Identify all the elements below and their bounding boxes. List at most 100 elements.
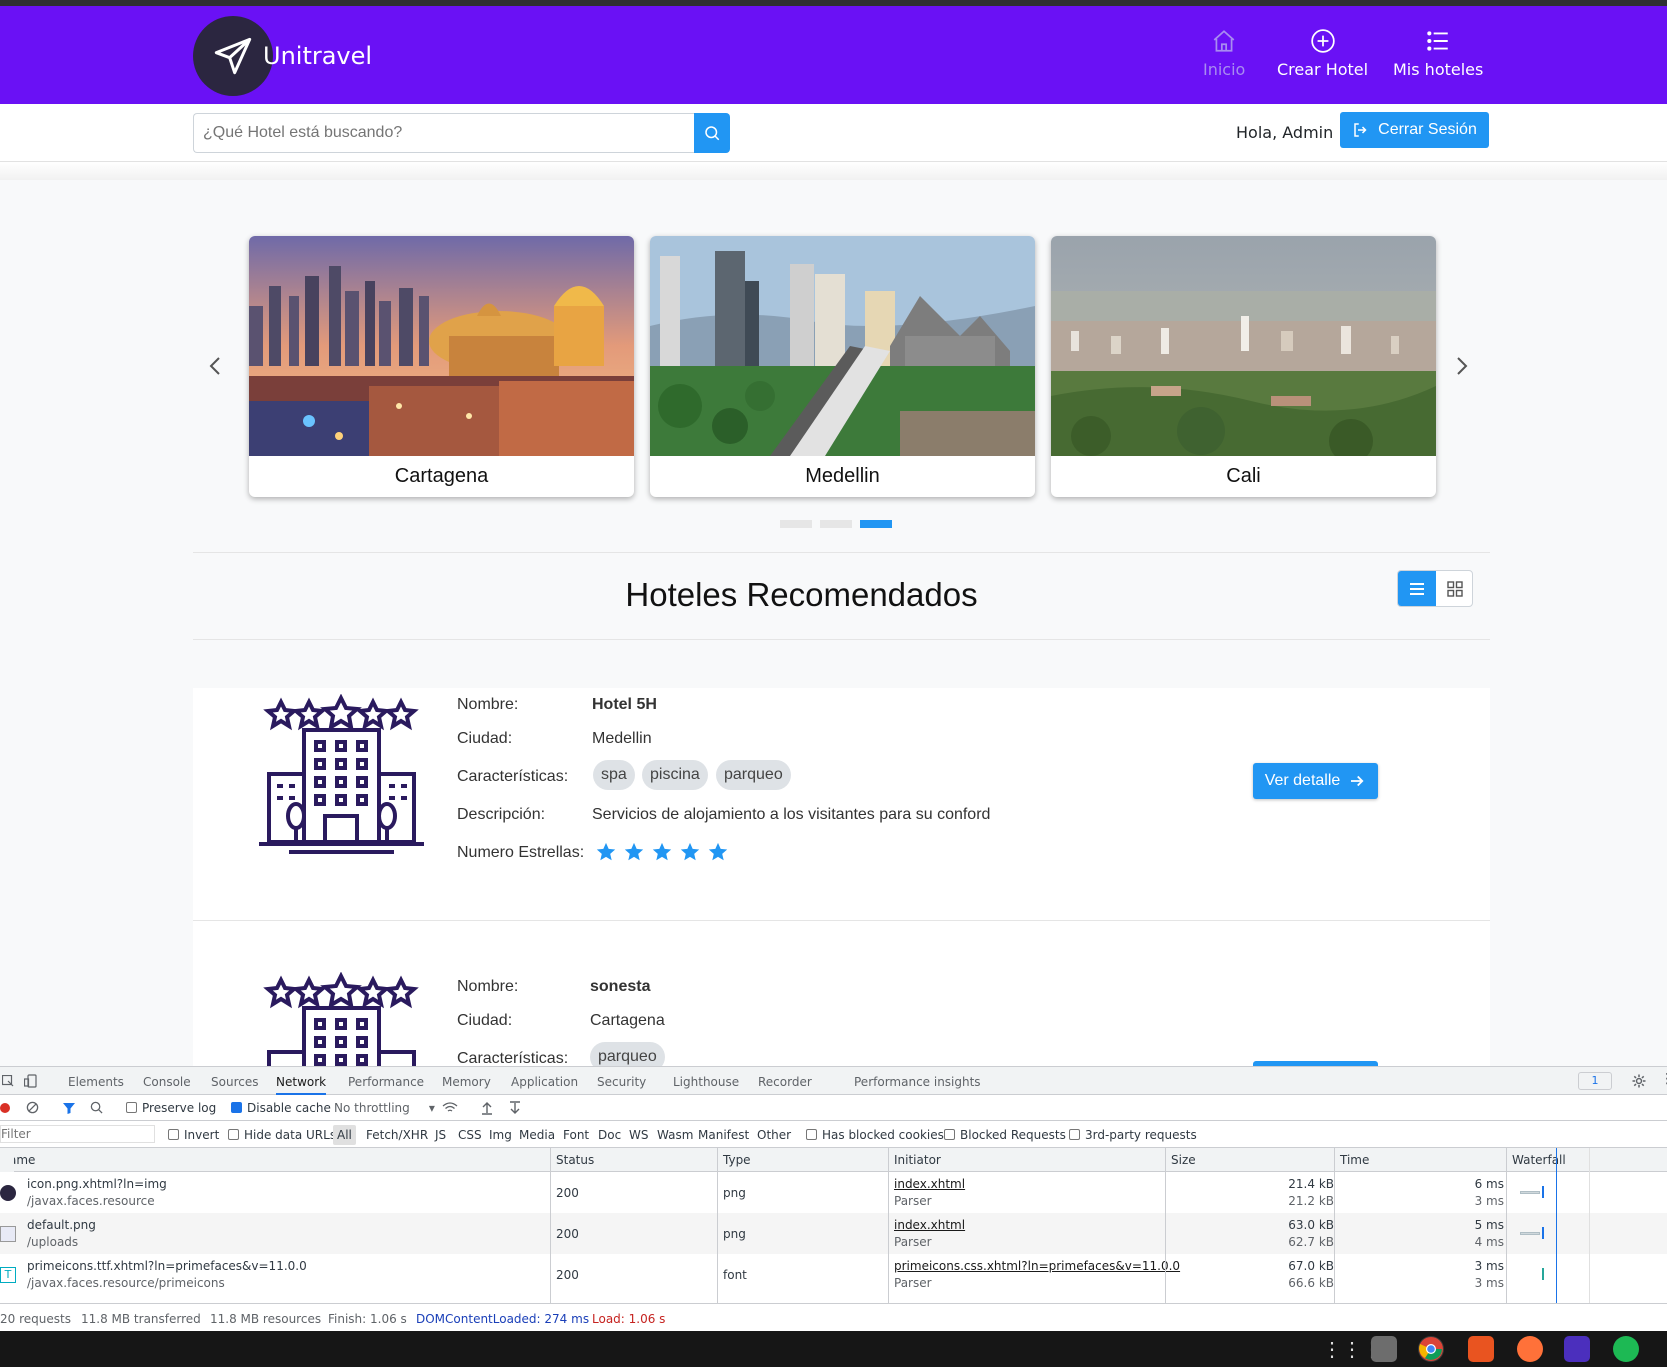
search-button[interactable] xyxy=(694,113,730,153)
invert-checkbox[interactable]: Invert xyxy=(168,1128,219,1142)
type-filter-all[interactable]: All xyxy=(333,1125,356,1145)
tab-sources[interactable]: Sources xyxy=(211,1075,258,1089)
city-card-cali[interactable]: Cali xyxy=(1051,236,1436,497)
tab-network[interactable]: Network xyxy=(276,1075,327,1095)
column-divider xyxy=(717,1148,718,1303)
tab-recorder[interactable]: Recorder xyxy=(758,1075,812,1089)
type-filter-font[interactable]: Font xyxy=(563,1128,589,1142)
intellij-icon[interactable] xyxy=(1564,1336,1590,1362)
settings-gear-icon[interactable] xyxy=(1632,1074,1646,1088)
home-icon xyxy=(1213,30,1235,52)
import-har-icon[interactable] xyxy=(481,1101,493,1115)
logo[interactable] xyxy=(193,16,273,96)
has-blocked-cookies-checkbox[interactable]: Has blocked cookies xyxy=(806,1128,944,1142)
col-waterfall[interactable]: Waterfall xyxy=(1512,1153,1566,1167)
hide-data-urls-label: Hide data URLs xyxy=(244,1128,337,1142)
tab-elements[interactable]: Elements xyxy=(68,1075,124,1089)
tab-lighthouse[interactable]: Lighthouse xyxy=(673,1075,739,1089)
export-har-icon[interactable] xyxy=(509,1101,521,1115)
firefox-icon[interactable] xyxy=(1517,1336,1543,1362)
city-card-cartagena[interactable]: Cartagena xyxy=(249,236,634,497)
filter-icon[interactable] xyxy=(62,1101,76,1115)
request-type: font xyxy=(723,1268,747,1282)
type-filter-manifest[interactable]: Manifest xyxy=(698,1128,749,1142)
city-image xyxy=(249,236,634,456)
city-card-medellin[interactable]: Medellin xyxy=(650,236,1035,497)
carousel-dot-3[interactable] xyxy=(860,520,892,528)
type-filter-js[interactable]: JS xyxy=(435,1128,446,1142)
request-latency: 3 ms xyxy=(1474,1276,1504,1290)
type-filter-img[interactable]: Img xyxy=(489,1128,512,1142)
network-conditions-icon[interactable] xyxy=(442,1101,458,1115)
tab-performance[interactable]: Performance xyxy=(348,1075,424,1089)
list-view-button[interactable] xyxy=(1398,571,1436,606)
request-initiator[interactable]: index.xhtml xyxy=(894,1218,965,1232)
more-options-icon[interactable]: ⋮ xyxy=(1660,1071,1667,1087)
col-time[interactable]: Time xyxy=(1340,1153,1369,1167)
issues-badge[interactable]: 1 xyxy=(1578,1072,1612,1090)
hide-data-urls-checkbox[interactable]: Hide data URLs xyxy=(228,1128,336,1142)
nav-item-inicio[interactable]: Inicio xyxy=(1203,28,1245,79)
tab-security[interactable]: Security xyxy=(597,1075,646,1089)
city-image xyxy=(650,236,1035,456)
label-ciudad: Ciudad: xyxy=(457,730,513,747)
ver-detalle-button[interactable]: Ver detalle xyxy=(1253,763,1378,799)
tab-performance-insights[interactable]: Performance insights xyxy=(854,1075,981,1089)
col-initiator[interactable]: Initiator xyxy=(894,1153,941,1167)
nav-item-label: Inicio xyxy=(1203,60,1246,79)
type-filter-fetch[interactable]: Fetch/XHR xyxy=(366,1128,428,1142)
search-input[interactable] xyxy=(193,113,694,153)
brand-name[interactable]: Unitravel xyxy=(263,42,372,70)
nav-item-mis-hoteles[interactable]: Mis hoteles xyxy=(1393,28,1483,79)
request-name: primeicons.ttf.xhtml?ln=primefaces&v=11.… xyxy=(27,1259,307,1273)
chevron-left-icon[interactable] xyxy=(206,354,226,378)
hotel-building-icon xyxy=(259,694,424,854)
clear-icon[interactable] xyxy=(26,1101,39,1114)
blocked-requests-checkbox[interactable]: Blocked Requests xyxy=(944,1128,1066,1142)
tab-memory[interactable]: Memory xyxy=(442,1075,491,1089)
filter-bar: Invert Hide data URLs All Fetch/XHR JS C… xyxy=(0,1121,1667,1148)
filter-input[interactable] xyxy=(0,1125,155,1143)
request-initiator[interactable]: primeicons.css.xhtml?ln=primefaces&v=11.… xyxy=(894,1259,1180,1273)
carousel-dot-2[interactable] xyxy=(820,520,852,528)
col-type[interactable]: Type xyxy=(723,1153,751,1167)
nav-item-crear-hotel[interactable]: Crear Hotel xyxy=(1277,28,1368,79)
logout-button[interactable]: Cerrar Sesión xyxy=(1340,112,1489,148)
col-size[interactable]: Size xyxy=(1171,1153,1196,1167)
table-row[interactable]: T primeicons.ttf.xhtml?ln=primefaces&v=1… xyxy=(0,1254,1667,1295)
search-icon[interactable] xyxy=(90,1101,103,1114)
table-row[interactable]: icon.png.xhtml?ln=img /javax.faces.resou… xyxy=(0,1172,1667,1213)
type-filter-other[interactable]: Other xyxy=(757,1128,791,1142)
chrome-icon[interactable] xyxy=(1418,1336,1444,1362)
carousel-dot-1[interactable] xyxy=(780,520,812,528)
type-filter-media[interactable]: Media xyxy=(519,1128,555,1142)
star-icon xyxy=(680,842,700,861)
star-icon xyxy=(652,842,672,861)
spotify-icon[interactable] xyxy=(1613,1336,1639,1362)
disable-cache-checkbox[interactable]: Disable cache xyxy=(231,1101,331,1115)
preserve-log-checkbox[interactable]: Preserve log xyxy=(126,1101,216,1115)
type-filter-doc[interactable]: Doc xyxy=(598,1128,621,1142)
files-icon[interactable] xyxy=(1371,1336,1397,1362)
divider xyxy=(193,552,1490,553)
detail-button-label: Ver detalle xyxy=(1264,772,1341,789)
grid-view-button[interactable] xyxy=(1436,571,1472,606)
request-initiator[interactable]: index.xhtml xyxy=(894,1177,965,1191)
chevron-right-icon[interactable] xyxy=(1451,354,1471,378)
col-status[interactable]: Status xyxy=(556,1153,594,1167)
type-filter-wasm[interactable]: Wasm xyxy=(657,1128,693,1142)
tab-console[interactable]: Console xyxy=(143,1075,191,1089)
third-party-checkbox[interactable]: 3rd-party requests xyxy=(1069,1128,1197,1142)
type-filter-css[interactable]: CSS xyxy=(458,1128,482,1142)
waterfall-bar xyxy=(1542,1227,1544,1239)
font-file-icon: T xyxy=(0,1267,16,1283)
tab-application[interactable]: Application xyxy=(511,1075,578,1089)
throttling-select[interactable]: No throttling ▾ xyxy=(334,1101,435,1115)
table-row[interactable]: default.png /uploads 200 png index.xhtml… xyxy=(0,1213,1667,1254)
hotel-name: Hotel 5H xyxy=(592,696,657,713)
type-filter-ws[interactable]: WS xyxy=(629,1128,648,1142)
inspect-icon[interactable] xyxy=(2,1075,14,1087)
device-toolbar-icon[interactable] xyxy=(24,1074,38,1088)
software-center-icon[interactable] xyxy=(1468,1336,1494,1362)
record-icon[interactable] xyxy=(0,1103,10,1113)
